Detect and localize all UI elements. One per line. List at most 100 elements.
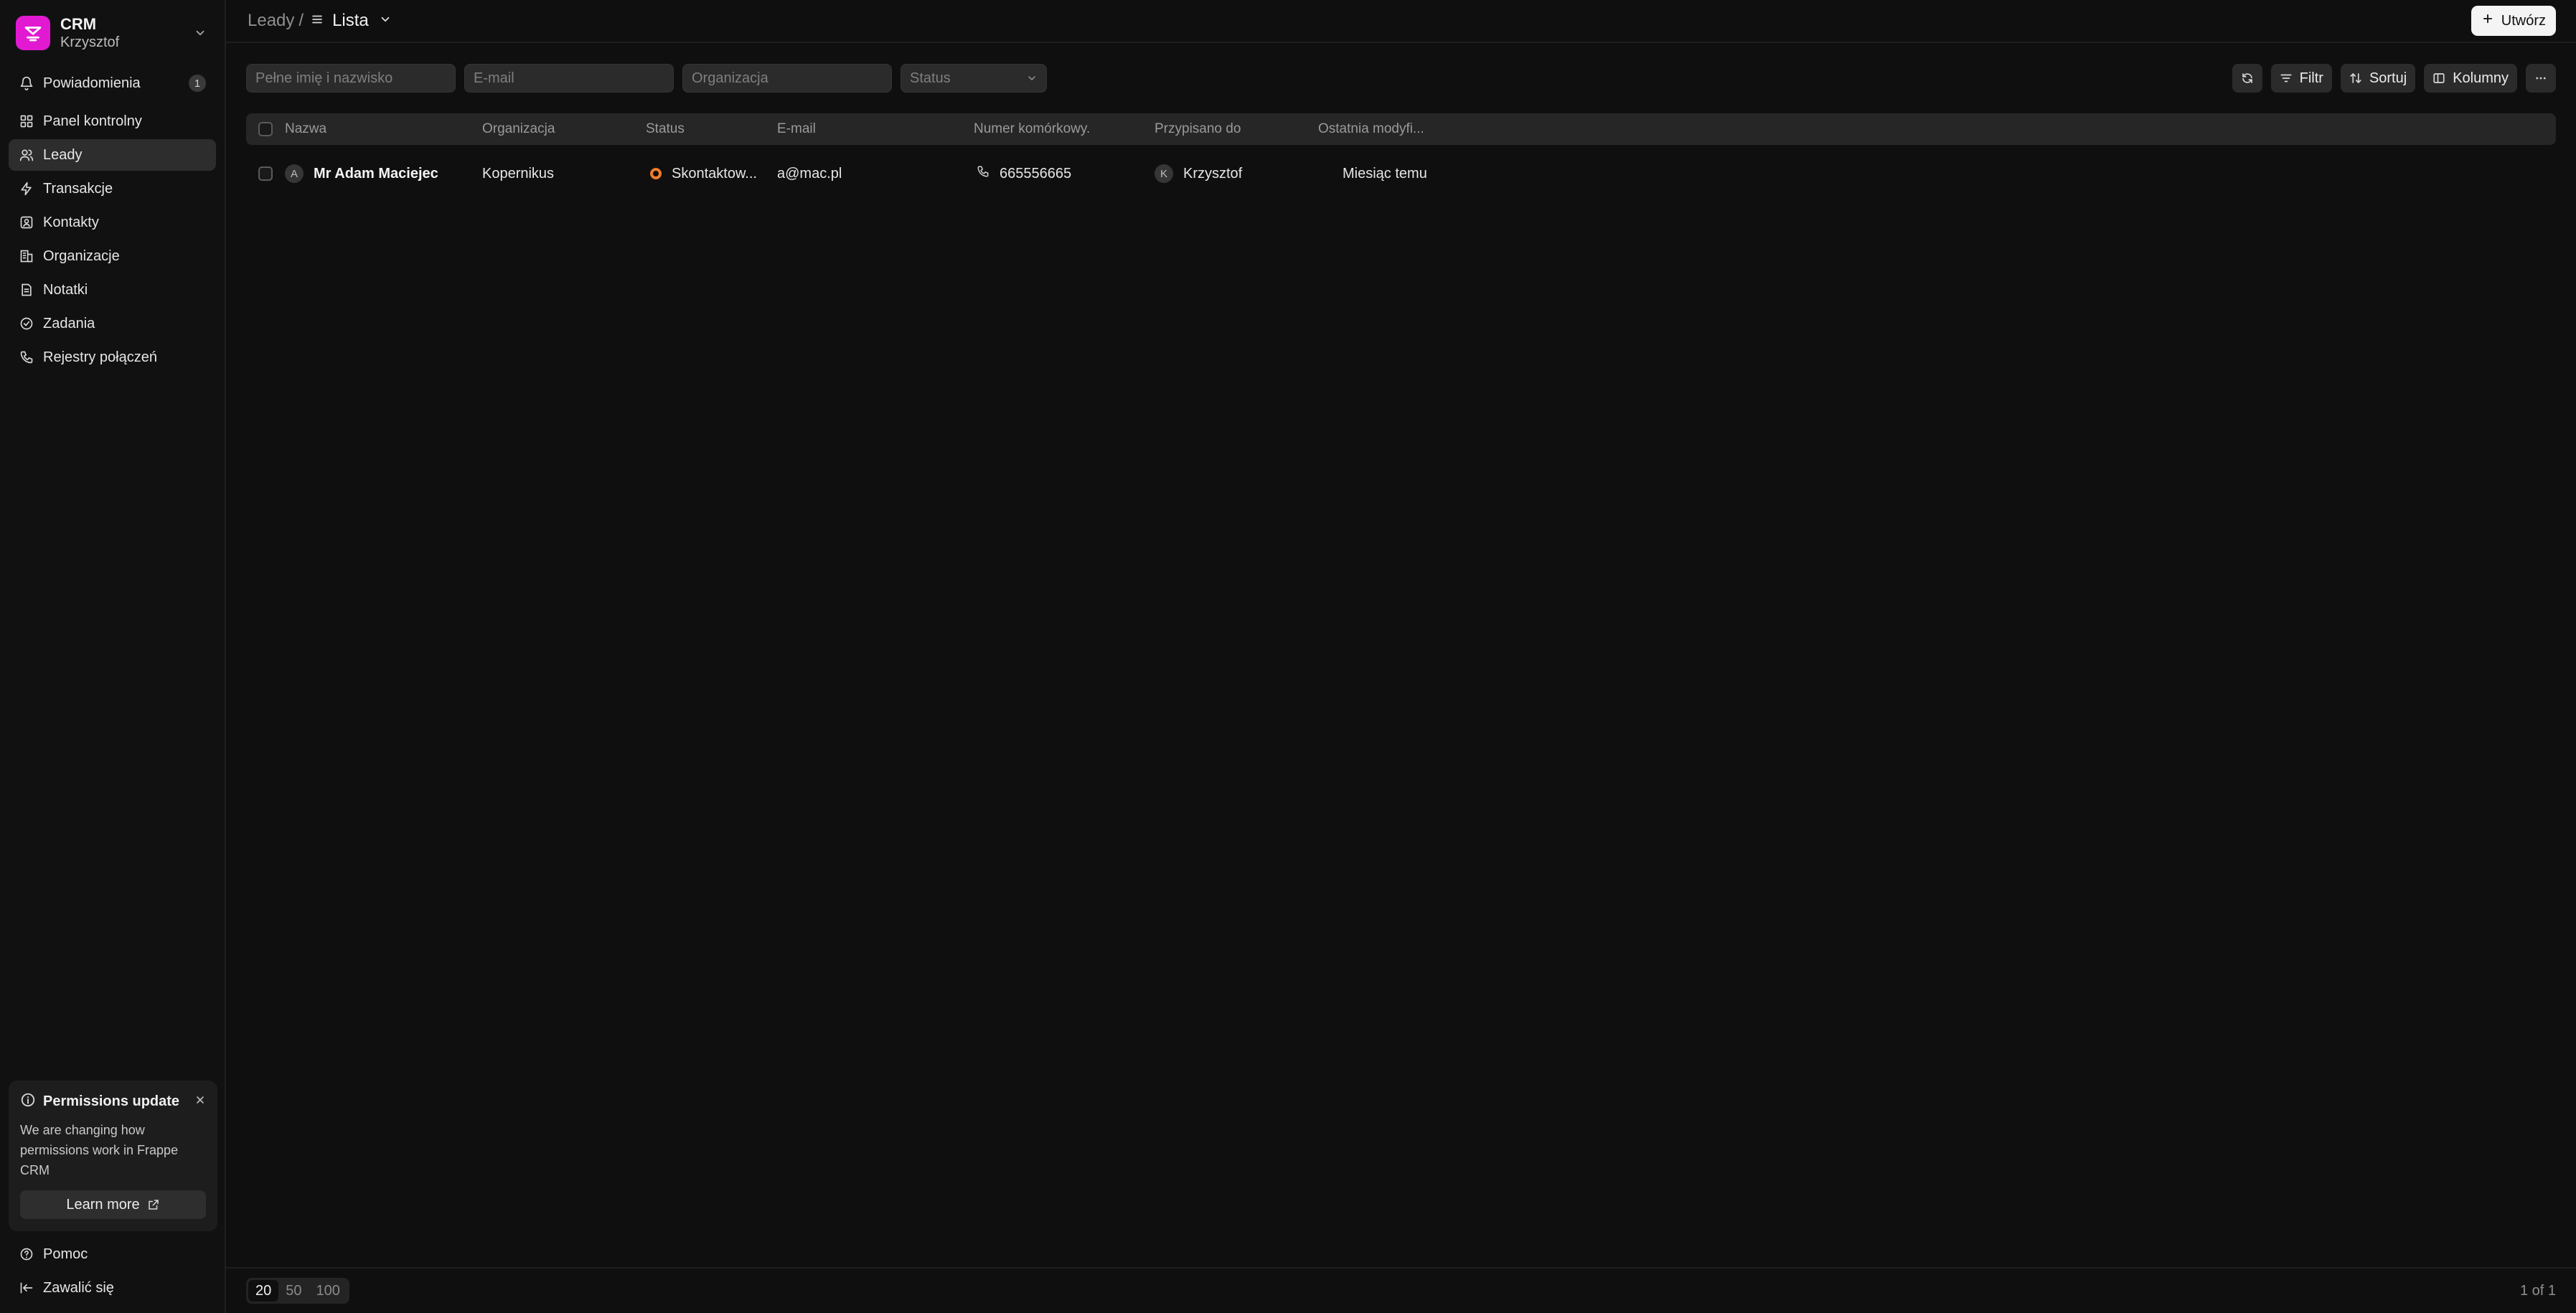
sidebar-item-tasks[interactable]: Zadania: [9, 308, 216, 339]
avatar: K: [1155, 164, 1173, 183]
filter-label: Filtr: [2299, 70, 2323, 86]
sidebar-item-label: Pomoc: [43, 1246, 88, 1262]
lightning-icon: [19, 181, 34, 197]
filter-button[interactable]: Filtr: [2270, 64, 2332, 93]
crm-logo-icon: [16, 16, 50, 50]
sidebar-item-logout[interactable]: Zawalić się: [9, 1272, 216, 1304]
sidebar-item-call-logs[interactable]: Rejestry połączeń: [9, 342, 216, 373]
refresh-icon: [2242, 73, 2252, 83]
more-options-button[interactable]: [2526, 64, 2556, 93]
sidebar-item-organizations[interactable]: Organizacje: [9, 240, 216, 272]
note-icon: [19, 282, 34, 298]
lead-status: Skontaktow...: [672, 165, 757, 182]
lead-assigned: Krzysztof: [1183, 165, 1243, 182]
sidebar-item-label: Transakcje: [43, 180, 113, 197]
brand-title: CRM: [60, 15, 97, 33]
filter-icon: [2280, 74, 2292, 83]
table-row[interactable]: A Mr Adam Maciejec Kopernikus Skontaktow…: [246, 145, 2556, 202]
table-header: Nazwa Organizacja Status E-mail Numer ko…: [246, 113, 2556, 145]
create-label: Utwórz: [2501, 12, 2546, 29]
sidebar-bottom: Pomoc Zawalić się: [9, 1238, 216, 1306]
sidebar-item-label: Notatki: [43, 281, 88, 298]
sidebar-item-label: Rejestry połączeń: [43, 349, 157, 365]
notifications-count-badge: 1: [189, 75, 206, 92]
view-switcher[interactable]: Lista: [311, 11, 392, 31]
check-circle-icon: [19, 316, 34, 331]
lead-name: Mr Adam Maciejec: [314, 165, 438, 182]
lead-modified: Miesiąc temu: [1343, 165, 1427, 182]
close-icon[interactable]: [194, 1094, 206, 1109]
sidebar-item-label: Panel kontrolny: [43, 113, 142, 129]
chevron-down-icon: [1028, 76, 1035, 80]
sidebar-item-contacts[interactable]: Kontakty: [9, 207, 216, 238]
columns-icon: [2433, 73, 2445, 83]
dashboard-icon: [19, 113, 34, 129]
sidebar-item-dashboard[interactable]: Panel kontrolny: [9, 105, 216, 137]
page-size-selector: 20 50 100: [246, 1278, 349, 1304]
column-header[interactable]: E-mail: [777, 121, 974, 137]
page-size-option[interactable]: 50: [278, 1280, 309, 1302]
external-link-icon: [148, 1200, 159, 1210]
email-filter-input[interactable]: [464, 64, 674, 93]
permissions-update-card: Permissions update We are changing how p…: [9, 1081, 217, 1231]
chevron-down-icon: [379, 11, 392, 31]
header: Leady / Lista Utwórz: [226, 0, 2576, 43]
more-horizontal-icon: [2536, 77, 2546, 80]
sort-button[interactable]: Sortuj: [2340, 64, 2416, 93]
sidebar-item-label: Kontakty: [43, 214, 99, 230]
create-button[interactable]: Utwórz: [2471, 6, 2556, 36]
main-content: Leady / Lista Utwórz Pełne imię i nazwis…: [226, 0, 2576, 1313]
lead-phone: 665556665: [1000, 165, 1072, 182]
organization-filter-input[interactable]: [682, 64, 892, 93]
sort-icon: [2350, 73, 2361, 83]
sidebar-nav: Powiadomienia 1 Panel kontrolny Leady Tr…: [0, 67, 225, 375]
sidebar-item-notes[interactable]: Notatki: [9, 274, 216, 306]
lead-email: a@mac.pl: [777, 165, 842, 182]
status-filter-placeholder: Status: [910, 70, 951, 86]
column-header[interactable]: Przypisano do: [1155, 121, 1318, 137]
page-info: 1 of 1: [2519, 1282, 2556, 1299]
sidebar-item-label: Powiadomienia: [43, 75, 141, 91]
column-header[interactable]: Status: [646, 121, 777, 137]
breadcrumb-separator: /: [299, 11, 304, 30]
sidebar-item-notifications[interactable]: Powiadomienia 1: [9, 67, 216, 99]
column-header[interactable]: Nazwa: [285, 121, 482, 137]
status-filter-select[interactable]: Status: [901, 64, 1047, 93]
users-icon: [19, 147, 34, 163]
brand-user: Krzysztof: [60, 34, 120, 50]
info-icon: [20, 1092, 36, 1111]
breadcrumb-leads[interactable]: Leady: [248, 11, 294, 31]
sidebar: CRM Krzysztof Powiadomienia 1 Panel kont: [0, 0, 226, 1313]
permissions-card-body: We are changing how permissions work in …: [20, 1123, 179, 1177]
sidebar-item-label: Zawalić się: [43, 1279, 114, 1296]
lead-organization: Kopernikus: [482, 165, 555, 182]
row-checkbox[interactable]: [258, 166, 273, 181]
status-indicator-icon: [650, 168, 662, 179]
name-filter-input[interactable]: [246, 64, 456, 93]
sidebar-item-leads[interactable]: Leady: [9, 139, 216, 171]
refresh-button[interactable]: [2232, 64, 2262, 93]
view-label: Lista: [332, 11, 369, 30]
sidebar-item-help[interactable]: Pomoc: [9, 1238, 216, 1270]
sidebar-item-deals[interactable]: Transakcje: [9, 173, 216, 204]
brand-switcher[interactable]: CRM Krzysztof: [0, 1, 225, 65]
page-size-option[interactable]: 20: [248, 1280, 279, 1302]
sidebar-item-label: Organizacje: [43, 248, 120, 264]
phone-icon: [19, 349, 34, 365]
page-size-option[interactable]: 100: [309, 1280, 347, 1302]
logout-icon: [19, 1280, 34, 1296]
learn-more-button[interactable]: Learn more: [20, 1190, 206, 1219]
column-header[interactable]: Numer komórkowy.: [974, 121, 1155, 137]
help-icon: [19, 1246, 34, 1262]
select-all-checkbox[interactable]: [258, 122, 273, 136]
bell-icon: [19, 75, 34, 91]
column-header[interactable]: Ostatnia modyfi...: [1318, 121, 1533, 137]
column-header[interactable]: Organizacja: [482, 121, 646, 137]
contact-icon: [19, 215, 34, 230]
chevron-down-icon: [190, 23, 210, 43]
columns-button[interactable]: Kolumny: [2424, 64, 2517, 93]
columns-label: Kolumny: [2453, 70, 2509, 86]
phone-icon: [977, 165, 989, 182]
filter-bar: Status Filtr Sortuj Kolumny: [226, 43, 2576, 113]
table-footer: 20 50 100 1 of 1: [226, 1267, 2576, 1313]
